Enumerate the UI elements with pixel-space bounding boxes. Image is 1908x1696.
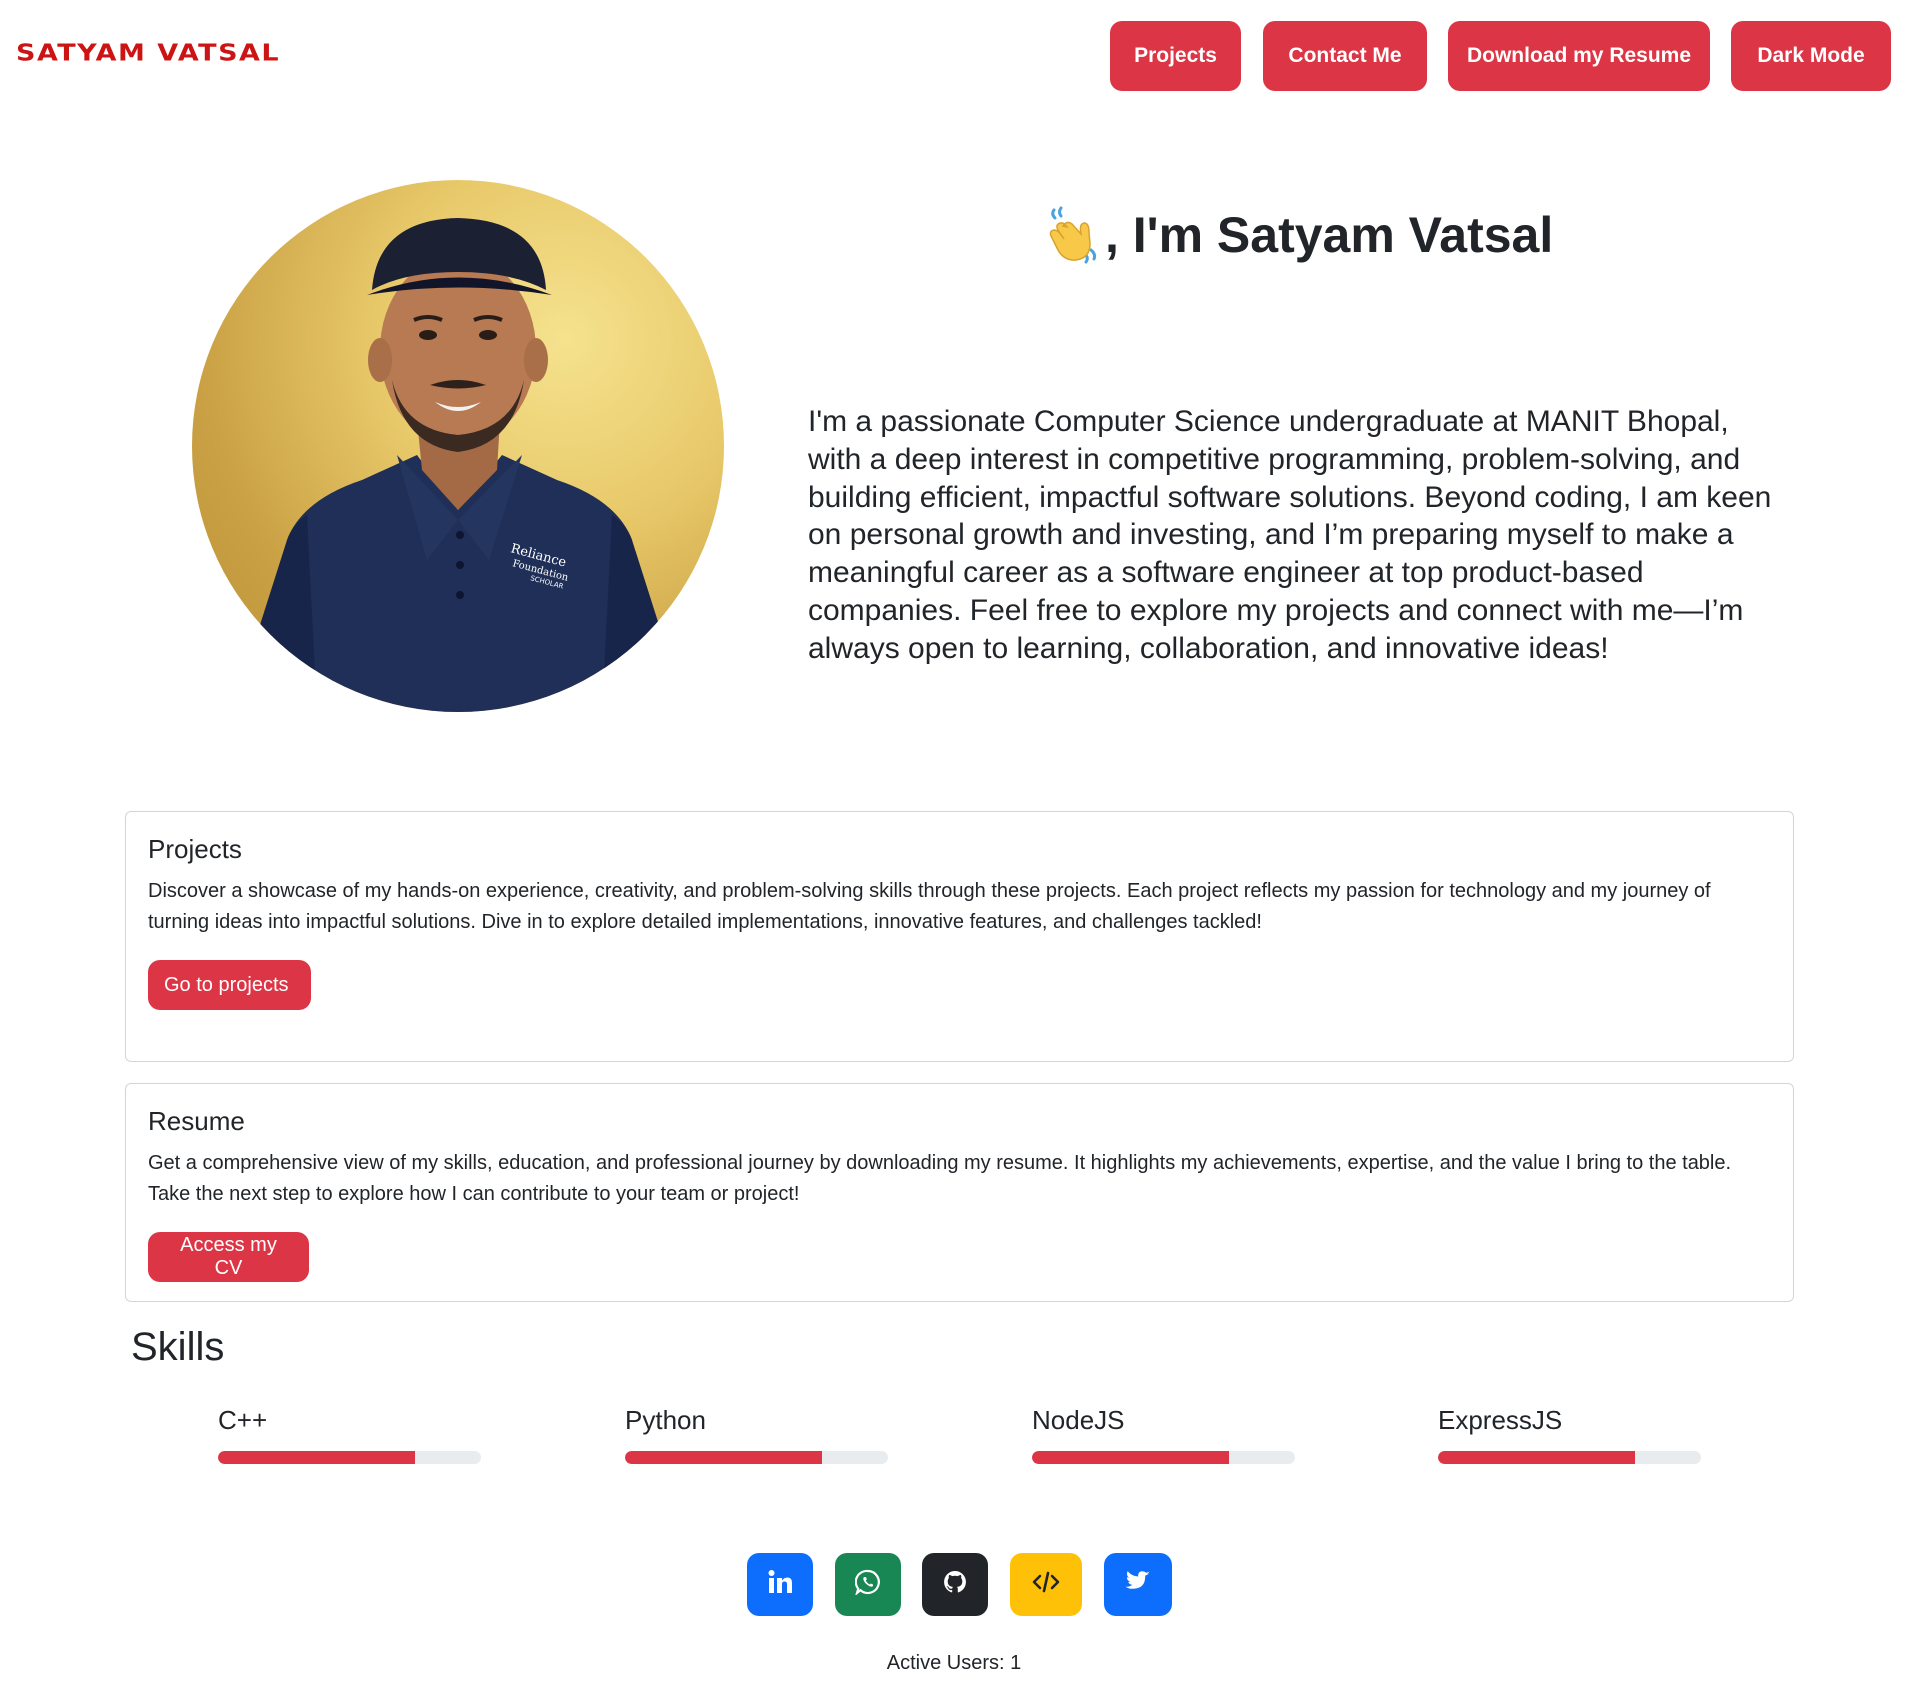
skills-title: Skills bbox=[131, 1325, 225, 1369]
projects-card-title: Projects bbox=[148, 834, 242, 864]
resume-card: Resume Get a comprehensive view of my sk… bbox=[125, 1083, 1794, 1302]
skill-progress-fill bbox=[625, 1451, 823, 1464]
skill-name: ExpressJS bbox=[1438, 1405, 1563, 1435]
twitter-icon bbox=[1125, 1570, 1151, 1599]
nav-projects-button[interactable]: Projects bbox=[1110, 21, 1241, 91]
hero-bio: I'm a passionate Computer Science underg… bbox=[808, 405, 1772, 665]
projects-card: Projects Discover a showcase of my hands… bbox=[125, 811, 1794, 1062]
nav-download-resume-button[interactable]: Download my Resume bbox=[1448, 21, 1710, 91]
twitter-button[interactable] bbox=[1104, 1553, 1172, 1616]
code-icon bbox=[1031, 1569, 1061, 1600]
skill-progress-fill bbox=[218, 1451, 416, 1464]
resume-card-text: Get a comprehensive view of my skills, e… bbox=[148, 1152, 1732, 1205]
skill-progress-fill bbox=[1438, 1451, 1636, 1464]
skill-name: C++ bbox=[218, 1405, 268, 1435]
whatsapp-button[interactable] bbox=[835, 1553, 901, 1616]
hero-title-text: , I'm Satyam Vatsal bbox=[1105, 207, 1554, 263]
resume-card-title: Resume bbox=[148, 1106, 245, 1136]
skill-progress-bar bbox=[218, 1451, 481, 1464]
skill-name: NodeJS bbox=[1032, 1405, 1125, 1435]
page: SATYAM VATSAL Projects Contact Me Downlo… bbox=[0, 0, 1908, 1696]
brand-logo[interactable]: SATYAM VATSAL bbox=[16, 40, 280, 66]
dark-mode-toggle[interactable]: Dark Mode bbox=[1731, 21, 1891, 91]
skill-item: Python bbox=[625, 1405, 888, 1464]
whatsapp-icon bbox=[854, 1569, 881, 1600]
nav-contact-button[interactable]: Contact Me bbox=[1263, 21, 1427, 91]
profile-photo: Reliance Foundation SCHOLAR bbox=[192, 180, 724, 712]
hero-title: , I'm Satyam Vatsal bbox=[1045, 206, 1553, 264]
github-icon bbox=[942, 1569, 968, 1600]
skill-item: C++ bbox=[218, 1405, 481, 1464]
linkedin-icon bbox=[767, 1569, 793, 1600]
skill-item: NodeJS bbox=[1032, 1405, 1295, 1464]
skill-progress-bar bbox=[1032, 1451, 1295, 1464]
waving-hand-icon bbox=[1045, 206, 1103, 264]
github-button[interactable] bbox=[922, 1553, 988, 1616]
active-users-counter: Active Users: 1 bbox=[886, 1652, 1022, 1674]
skill-name: Python bbox=[625, 1405, 706, 1435]
access-cv-button[interactable]: Access my CV bbox=[148, 1232, 309, 1282]
go-to-projects-button[interactable]: Go to projects bbox=[148, 960, 311, 1010]
skill-item: ExpressJS bbox=[1438, 1405, 1701, 1464]
code-profile-button[interactable] bbox=[1010, 1553, 1082, 1616]
skill-progress-bar bbox=[625, 1451, 888, 1464]
skill-progress-bar bbox=[1438, 1451, 1701, 1464]
linkedin-button[interactable] bbox=[747, 1553, 813, 1616]
skill-progress-fill bbox=[1032, 1451, 1230, 1464]
projects-card-text: Discover a showcase of my hands-on exper… bbox=[148, 880, 1711, 933]
